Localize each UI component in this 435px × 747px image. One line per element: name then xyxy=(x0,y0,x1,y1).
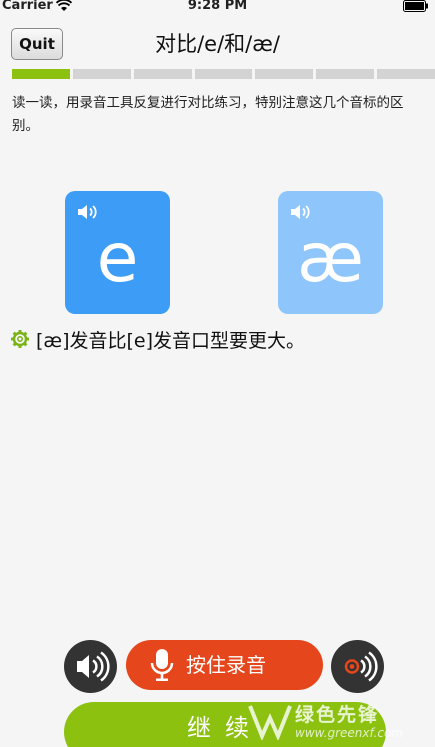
phoneme-card-e[interactable]: e xyxy=(65,191,170,314)
progress-segment xyxy=(377,69,435,79)
playback-recording-button[interactable] xyxy=(331,640,384,693)
watermark-logo-icon xyxy=(248,705,292,740)
watermark: 绿色先锋 www.greenxf.com xyxy=(240,694,435,747)
progress-segment xyxy=(133,69,192,79)
watermark-url: www.greenxf.com xyxy=(295,726,403,740)
nav-bar: Quit 对比/e/和/æ/ xyxy=(0,22,435,66)
progress-segment xyxy=(255,69,314,79)
progress-segment xyxy=(316,69,375,79)
record-button-label: 按住录音 xyxy=(186,653,266,677)
progress-segment xyxy=(72,69,131,79)
status-time: 9:28 PM xyxy=(187,0,248,13)
status-bar: Carrier 9:28 PM xyxy=(0,0,435,14)
tip-text: [æ]发音比[e]发音口型要更大。 xyxy=(36,329,305,352)
phoneme-card-ae[interactable]: æ xyxy=(278,191,383,314)
page-title: 对比/e/和/æ/ xyxy=(155,32,280,56)
phoneme-symbol: æ xyxy=(297,219,364,298)
microphone-icon xyxy=(150,649,174,681)
battery-icon xyxy=(403,0,428,12)
progress-segment xyxy=(12,69,70,79)
playback-recording-icon xyxy=(344,651,378,682)
phoneme-symbol: e xyxy=(96,219,139,298)
tip-row: [æ]发音比[e]发音口型要更大。 xyxy=(10,325,305,353)
play-audio-button[interactable] xyxy=(64,640,117,693)
hold-to-record-button[interactable]: 按住录音 xyxy=(126,640,323,690)
speaker-icon xyxy=(77,651,110,682)
instruction-text: 读一读，用录音工具反复进行对比练习，特别注意这几个音标的区别。 xyxy=(12,95,404,134)
lesson-progress-bar xyxy=(12,69,435,79)
progress-segment xyxy=(194,69,253,79)
gear-icon xyxy=(11,330,29,348)
watermark-text: 绿色先锋 xyxy=(295,704,380,726)
